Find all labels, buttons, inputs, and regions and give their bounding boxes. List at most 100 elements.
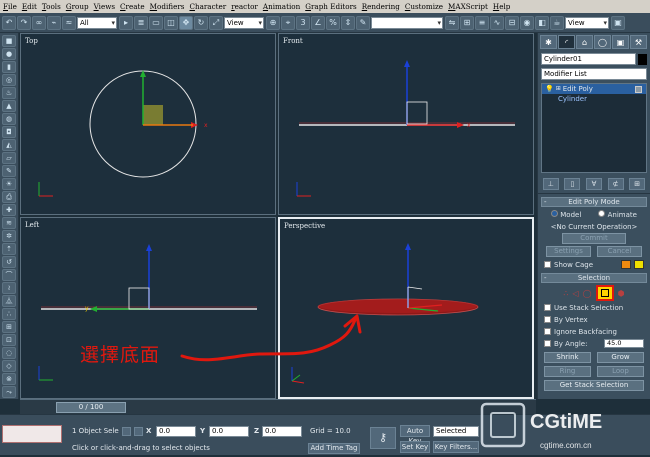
lock-selection-icon[interactable] <box>122 427 131 436</box>
loft-icon[interactable]: ⤳ <box>2 386 16 398</box>
create-shapes-icon[interactable]: ✎ <box>2 165 16 177</box>
time-slider[interactable]: 0 / 100 <box>56 402 126 413</box>
commit-button[interactable]: Commit <box>562 233 626 244</box>
menu-animation[interactable]: Animation <box>263 2 300 11</box>
curve-editor-icon[interactable]: ∿ <box>490 15 504 30</box>
pin-stack-icon[interactable]: ⊥ <box>542 178 559 190</box>
bend-icon[interactable]: ⌒ <box>2 269 16 281</box>
use-stack-selection-checkbox[interactable] <box>544 304 551 311</box>
ring-button[interactable]: Ring <box>544 366 591 377</box>
create-cone-icon[interactable]: ▲ <box>2 100 16 112</box>
animate-radio[interactable]: Animate <box>598 210 637 219</box>
render-last-icon[interactable]: ▣ <box>611 15 625 30</box>
create-helper-icon[interactable]: ✚ <box>2 204 16 216</box>
viewport-perspective[interactable]: Perspective <box>278 217 534 399</box>
by-angle-checkbox[interactable] <box>544 340 551 347</box>
menu-modifiers[interactable]: Modifiers <box>150 2 185 11</box>
layer-manager-icon[interactable]: ≡ <box>475 15 489 30</box>
ffd-icon[interactable]: ⊞ <box>2 321 16 333</box>
angle-snap-icon[interactable]: ∠ <box>311 15 325 30</box>
select-scale-icon[interactable]: ⤢ <box>209 15 223 30</box>
maxscript-listener-mini[interactable] <box>2 425 62 443</box>
edge-level-icon[interactable]: ◁ <box>573 289 579 298</box>
menu-reactor[interactable]: reactor <box>231 2 258 11</box>
select-rotate-icon[interactable]: ↻ <box>194 15 208 30</box>
viewport-top[interactable]: Top x <box>20 33 276 215</box>
menu-rendering[interactable]: Rendering <box>362 2 400 11</box>
configure-sets-icon[interactable]: ⊞ <box>629 178 646 190</box>
make-unique-icon[interactable]: ∀ <box>585 178 602 190</box>
menu-help[interactable]: Help <box>493 2 510 11</box>
render-view-dropdown[interactable]: View <box>565 16 609 29</box>
link-icon[interactable]: ∞ <box>32 15 46 30</box>
menu-customize[interactable]: Customize <box>405 2 443 11</box>
noise-icon[interactable]: ∴ <box>2 308 16 320</box>
model-radio[interactable]: Model <box>551 210 581 219</box>
hierarchy-tab-icon[interactable]: ⌂ <box>576 35 593 49</box>
create-teapot-icon[interactable]: ♨ <box>2 87 16 99</box>
loop-button[interactable]: Loop <box>597 366 644 377</box>
settings-button[interactable]: Settings <box>546 246 591 257</box>
select-move-icon[interactable]: ✥ <box>179 15 193 30</box>
named-selection-dropdown[interactable] <box>371 16 443 29</box>
material-editor-icon[interactable]: ◉ <box>520 15 534 30</box>
time-slider-track[interactable]: 0 / 100 <box>20 399 536 414</box>
create-pyramid-icon[interactable]: ◭ <box>2 139 16 151</box>
twist-icon[interactable]: ≀ <box>2 282 16 294</box>
modifier-list-dropdown[interactable]: Modifier List <box>541 68 647 80</box>
edit-mesh-icon[interactable]: ◇ <box>2 360 16 372</box>
create-light-icon[interactable]: ☀ <box>2 178 16 190</box>
menu-create[interactable]: Create <box>120 2 145 11</box>
create-box-icon[interactable]: ■ <box>2 35 16 47</box>
menu-edit[interactable]: Edit <box>22 2 37 11</box>
stack-item-cylinder[interactable]: Cylinder <box>542 94 646 104</box>
select-object-icon[interactable]: ▸ <box>119 15 133 30</box>
cage-color-swatch[interactable] <box>621 260 631 269</box>
particle-icon[interactable]: ✲ <box>2 230 16 242</box>
key-icon[interactable]: ⚷ <box>370 427 396 449</box>
lightbulb-icon[interactable]: 💡 <box>545 84 554 94</box>
menu-character[interactable]: Character <box>189 2 226 11</box>
object-color-swatch[interactable] <box>638 53 647 65</box>
create-tab-icon[interactable]: ✱ <box>540 35 557 49</box>
redo-icon[interactable]: ↷ <box>17 15 31 30</box>
menu-tools[interactable]: Tools <box>42 2 61 11</box>
create-torus-icon[interactable]: ◎ <box>2 74 16 86</box>
remove-modifier-icon[interactable]: ⊄ <box>607 178 624 190</box>
create-tube-icon[interactable]: ◘ <box>2 126 16 138</box>
pivot-center-icon[interactable]: ⊕ <box>266 15 280 30</box>
by-vertex-checkbox[interactable] <box>544 316 551 323</box>
lathe-icon[interactable]: ↺ <box>2 256 16 268</box>
mirror-icon[interactable]: ⇋ <box>445 15 459 30</box>
render-scene-icon[interactable]: ◧ <box>535 15 549 30</box>
menu-group[interactable]: Group <box>66 2 89 11</box>
create-sphere-icon[interactable]: ● <box>2 48 16 60</box>
auto-key-button[interactable]: Auto Key <box>400 425 430 445</box>
uvw-map-icon[interactable]: ⊡ <box>2 334 16 346</box>
shrink-button[interactable]: Shrink <box>544 352 591 363</box>
create-spacewarp-icon[interactable]: ≋ <box>2 217 16 229</box>
key-filters-button[interactable]: Key Filters... <box>433 441 479 453</box>
percent-snap-icon[interactable]: % <box>326 15 340 30</box>
ignore-backfacing-checkbox[interactable] <box>544 328 551 335</box>
select-manipulate-icon[interactable]: ⌖ <box>281 15 295 30</box>
bind-space-warp-icon[interactable]: ≈ <box>62 15 76 30</box>
cancel-button[interactable]: Cancel <box>597 246 642 257</box>
by-angle-spinner[interactable]: 45.0 <box>604 339 644 348</box>
snaps-toggle-icon[interactable]: 3 <box>296 15 310 30</box>
undo-icon[interactable]: ↶ <box>2 15 16 30</box>
selection-filter-dropdown[interactable]: All <box>77 16 117 29</box>
modify-tab-icon[interactable]: ◜ <box>558 35 575 49</box>
show-cage-checkbox[interactable] <box>544 261 551 268</box>
extrude-icon[interactable]: ⇡ <box>2 243 16 255</box>
add-time-tag-button[interactable]: Add Time Tag <box>308 443 360 454</box>
create-camera-icon[interactable]: ⎙ <box>2 191 16 203</box>
unlink-icon[interactable]: ⌁ <box>47 15 61 30</box>
meshsmooth-icon[interactable]: ◌ <box>2 347 16 359</box>
create-plane-icon[interactable]: ▱ <box>2 152 16 164</box>
cage-selected-color-swatch[interactable] <box>634 260 644 269</box>
set-key-button[interactable]: Set Key <box>400 441 430 453</box>
absolute-mode-icon[interactable] <box>134 427 143 436</box>
viewport-left[interactable]: Left y <box>20 217 276 399</box>
create-geosphere-icon[interactable]: ◍ <box>2 113 16 125</box>
